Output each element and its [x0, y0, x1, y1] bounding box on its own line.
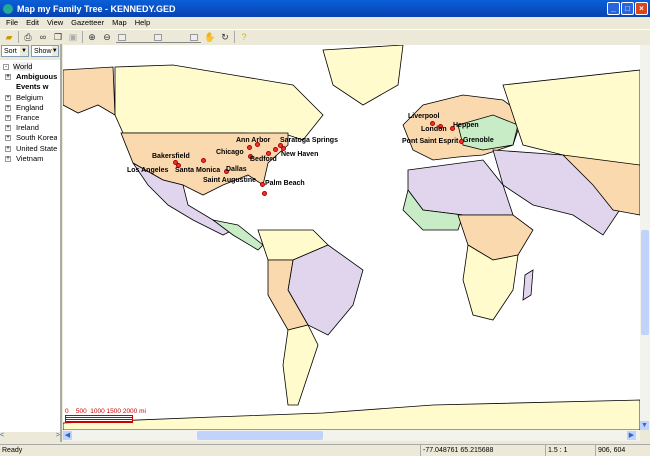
place-label: Liverpool — [408, 113, 440, 120]
central-america — [212, 219, 264, 251]
status-coordinates: -77.048761 65.215688 — [420, 445, 545, 456]
menu-help[interactable]: Help — [131, 17, 154, 29]
place-label: Grenoble — [463, 137, 494, 144]
zoom-slider[interactable] — [116, 31, 201, 43]
tree-item[interactable]: + South Korea — [3, 133, 57, 143]
print-icon[interactable]: ⎙ — [22, 31, 34, 43]
zoom-in-icon[interactable]: ⊕ — [86, 31, 98, 43]
tree-item[interactable]: + Belgium — [3, 93, 57, 103]
sort-select[interactable]: Sort ▼ — [1, 45, 29, 57]
status-bar: Ready -77.048761 65.215688 1.5 : 1 906, … — [0, 444, 650, 456]
place-label: Santa Monica — [175, 167, 221, 174]
menu-edit[interactable]: Edit — [22, 17, 43, 29]
status-zoom: 1.5 : 1 — [545, 445, 595, 456]
menu-view[interactable]: View — [43, 17, 67, 29]
place-label: Heppen — [453, 122, 479, 129]
place-label: Palm Beach — [265, 180, 305, 187]
map-vertical-scrollbar[interactable]: ▼ — [640, 45, 650, 430]
toolbar: ▰ ⎙ ∞ ❐ ▣ ⊕ ⊖ ✋ ↻ ? — [0, 29, 650, 44]
place-label: Chicago — [216, 149, 244, 156]
help-icon[interactable]: ? — [238, 31, 250, 43]
close-button[interactable]: × — [635, 2, 648, 15]
scroll-down-arrow[interactable]: ▼ — [640, 421, 649, 430]
place-label: Bakersfield — [152, 153, 190, 160]
place-tree-panel: Sort ▼ Show ▼ - World + Ambiguous Events w +… — [0, 44, 62, 442]
binoculars-icon[interactable]: ∞ — [37, 31, 49, 43]
select-icon[interactable]: ▣ — [67, 31, 79, 43]
zoom-out-icon[interactable]: ⊖ — [101, 31, 113, 43]
place-label: London — [421, 126, 447, 133]
place-label: Ann Arbor — [236, 137, 271, 144]
scroll-thumb[interactable] — [641, 230, 649, 335]
app-icon — [3, 3, 13, 14]
scroll-thumb[interactable] — [197, 431, 323, 440]
place-label: Saint Augustine — [203, 177, 257, 184]
place-label: Pont Saint Esprit — [402, 138, 459, 145]
title-bar: Map my Family Tree - KENNEDY.GED _ □ × — [0, 0, 650, 17]
place-label: Saratoga Springs — [280, 137, 338, 144]
menu-file[interactable]: File — [2, 17, 22, 29]
place-label: Bedford — [250, 156, 277, 163]
africa-north — [407, 159, 514, 216]
menu-bar: File Edit View Gazetteer Map Help — [0, 17, 650, 29]
map-scale-bar: 0 500 1000 1500 2000 mi — [65, 408, 146, 423]
scroll-right-arrow[interactable]: ▶ — [627, 431, 636, 440]
place-tree: - World + Ambiguous Events w + Belgium + Eng… — [0, 60, 60, 166]
world-map[interactable]: Liverpool London Heppen Pont Saint Espri… — [63, 45, 640, 430]
place-label: Los Angeles — [127, 167, 169, 174]
place-label: New Haven — [281, 151, 319, 158]
place-marker[interactable] — [273, 147, 278, 152]
antarctica — [63, 399, 640, 430]
place-marker[interactable] — [247, 145, 252, 150]
tree-item-world[interactable]: - World — [3, 62, 57, 72]
argentina-chile — [282, 324, 319, 406]
tree-item[interactable]: + Ireland — [3, 123, 57, 133]
greenland — [322, 45, 404, 106]
scroll-left-arrow[interactable]: ◀ — [63, 431, 72, 440]
minimize-button[interactable]: _ — [607, 2, 620, 15]
tree-item[interactable]: + United States — [3, 144, 57, 154]
show-select[interactable]: Show ▼ — [31, 45, 59, 57]
open-folder-icon[interactable]: ▰ — [3, 31, 15, 43]
map-horizontal-scrollbar[interactable]: ◀ ▶ — [63, 430, 640, 441]
menu-gazetteer[interactable]: Gazetteer — [67, 17, 108, 29]
tree-item[interactable]: + Vietnam — [3, 154, 57, 164]
alaska — [63, 66, 116, 116]
tree-item[interactable]: Events w — [3, 82, 57, 92]
pan-hand-icon[interactable]: ✋ — [204, 31, 216, 43]
tree-item[interactable]: + England — [3, 103, 57, 113]
maximize-button[interactable]: □ — [621, 2, 634, 15]
tree-item[interactable]: + France — [3, 113, 57, 123]
menu-map[interactable]: Map — [108, 17, 131, 29]
status-pixel: 906, 604 — [595, 445, 650, 456]
copy-icon[interactable]: ❐ — [52, 31, 64, 43]
place-marker[interactable] — [201, 158, 206, 163]
refresh-icon[interactable]: ↻ — [219, 31, 231, 43]
tree-item[interactable]: + Ambiguous — [3, 72, 57, 82]
window-title: Map my Family Tree - KENNEDY.GED — [17, 3, 176, 14]
madagascar — [522, 269, 534, 301]
place-label: Dallas — [226, 166, 247, 173]
canada — [114, 64, 324, 141]
tree-hscrollbar[interactable]: < > — [0, 432, 60, 442]
status-text: Ready — [2, 447, 23, 454]
place-marker[interactable] — [262, 191, 267, 196]
